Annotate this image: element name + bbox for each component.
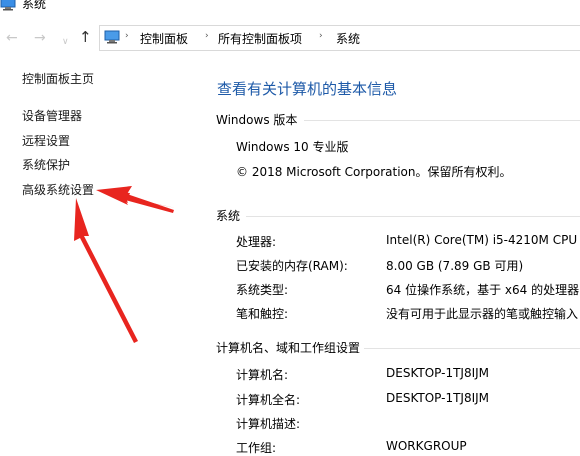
sidebar-item-advanced-system-settings[interactable]: 高级系统设置 (22, 181, 94, 198)
page-title: 查看有关计算机的基本信息 (217, 80, 398, 98)
processor-label: 处理器: (236, 235, 277, 249)
breadcrumb-separator: › (125, 31, 129, 41)
recent-locations-button[interactable]: ∨ (62, 33, 69, 51)
sidebar-item-device-manager[interactable]: 设备管理器 (22, 107, 82, 124)
full-computer-name-label: 计算机全名: (236, 393, 301, 407)
up-button[interactable]: ↑ (79, 28, 92, 46)
sidebar: 控制面板主页 设备管理器 远程设置 系统保护 高级系统设置 (0, 52, 200, 452)
section-divider (246, 216, 580, 217)
pen-touch-value: 没有可用于此显示器的笔或触控输入 (386, 307, 579, 321)
computer-name-header: 计算机名、域和工作组设置 (216, 341, 361, 355)
breadcrumb-system[interactable]: 系统 (336, 30, 360, 47)
sidebar-item-control-panel-home[interactable]: 控制面板主页 (22, 70, 94, 87)
navigation-bar: ← → ∨ ↑ › 控制面板 › 所有控制面板项 › 系统 (0, 24, 580, 52)
computer-name-label: 计算机名: (236, 368, 289, 382)
breadcrumb-control-panel[interactable]: 控制面板 (140, 30, 188, 47)
sidebar-item-remote-settings[interactable]: 远程设置 (22, 132, 70, 149)
section-divider (304, 120, 580, 121)
ram-value: 8.00 GB (7.89 GB 可用) (386, 259, 524, 273)
computer-description-label: 计算机描述: (236, 417, 301, 431)
title-bar: 系统 (0, 0, 580, 18)
windows-edition-value: Windows 10 专业版 (236, 140, 349, 154)
pen-touch-label: 笔和触控: (236, 307, 289, 321)
copyright-text: © 2018 Microsoft Corporation。保留所有权利。 (236, 165, 512, 179)
windows-edition-header: Windows 版本 (216, 113, 298, 127)
breadcrumb-all-items[interactable]: 所有控制面板项 (218, 30, 302, 47)
workgroup-label: 工作组: (236, 441, 277, 455)
breadcrumb-separator: › (319, 31, 323, 41)
breadcrumb-separator: › (205, 31, 209, 41)
window-title: 系统 (22, 0, 47, 11)
processor-value: Intel(R) Core(TM) i5-4210M CPU @ (386, 233, 580, 247)
address-bar[interactable]: › 控制面板 › 所有控制面板项 › 系统 (99, 25, 580, 51)
control-panel-icon (104, 30, 120, 44)
computer-name-value: DESKTOP-1TJ8IJM (386, 366, 490, 380)
section-divider (364, 348, 580, 349)
back-button[interactable]: ← (6, 29, 18, 47)
system-window-icon (0, 0, 16, 11)
ram-label: 已安装的内存(RAM): (236, 259, 348, 273)
system-header: 系统 (216, 209, 241, 223)
main-content: 查看有关计算机的基本信息 Windows 版本 Windows 10 专业版 ©… (200, 52, 580, 455)
system-type-label: 系统类型: (236, 283, 289, 297)
system-type-value: 64 位操作系统，基于 x64 的处理器 (386, 283, 580, 297)
forward-button[interactable]: → (34, 29, 46, 47)
full-computer-name-value: DESKTOP-1TJ8IJM (386, 391, 490, 405)
sidebar-item-system-protection[interactable]: 系统保护 (22, 156, 70, 173)
workgroup-value: WORKGROUP (386, 439, 467, 453)
